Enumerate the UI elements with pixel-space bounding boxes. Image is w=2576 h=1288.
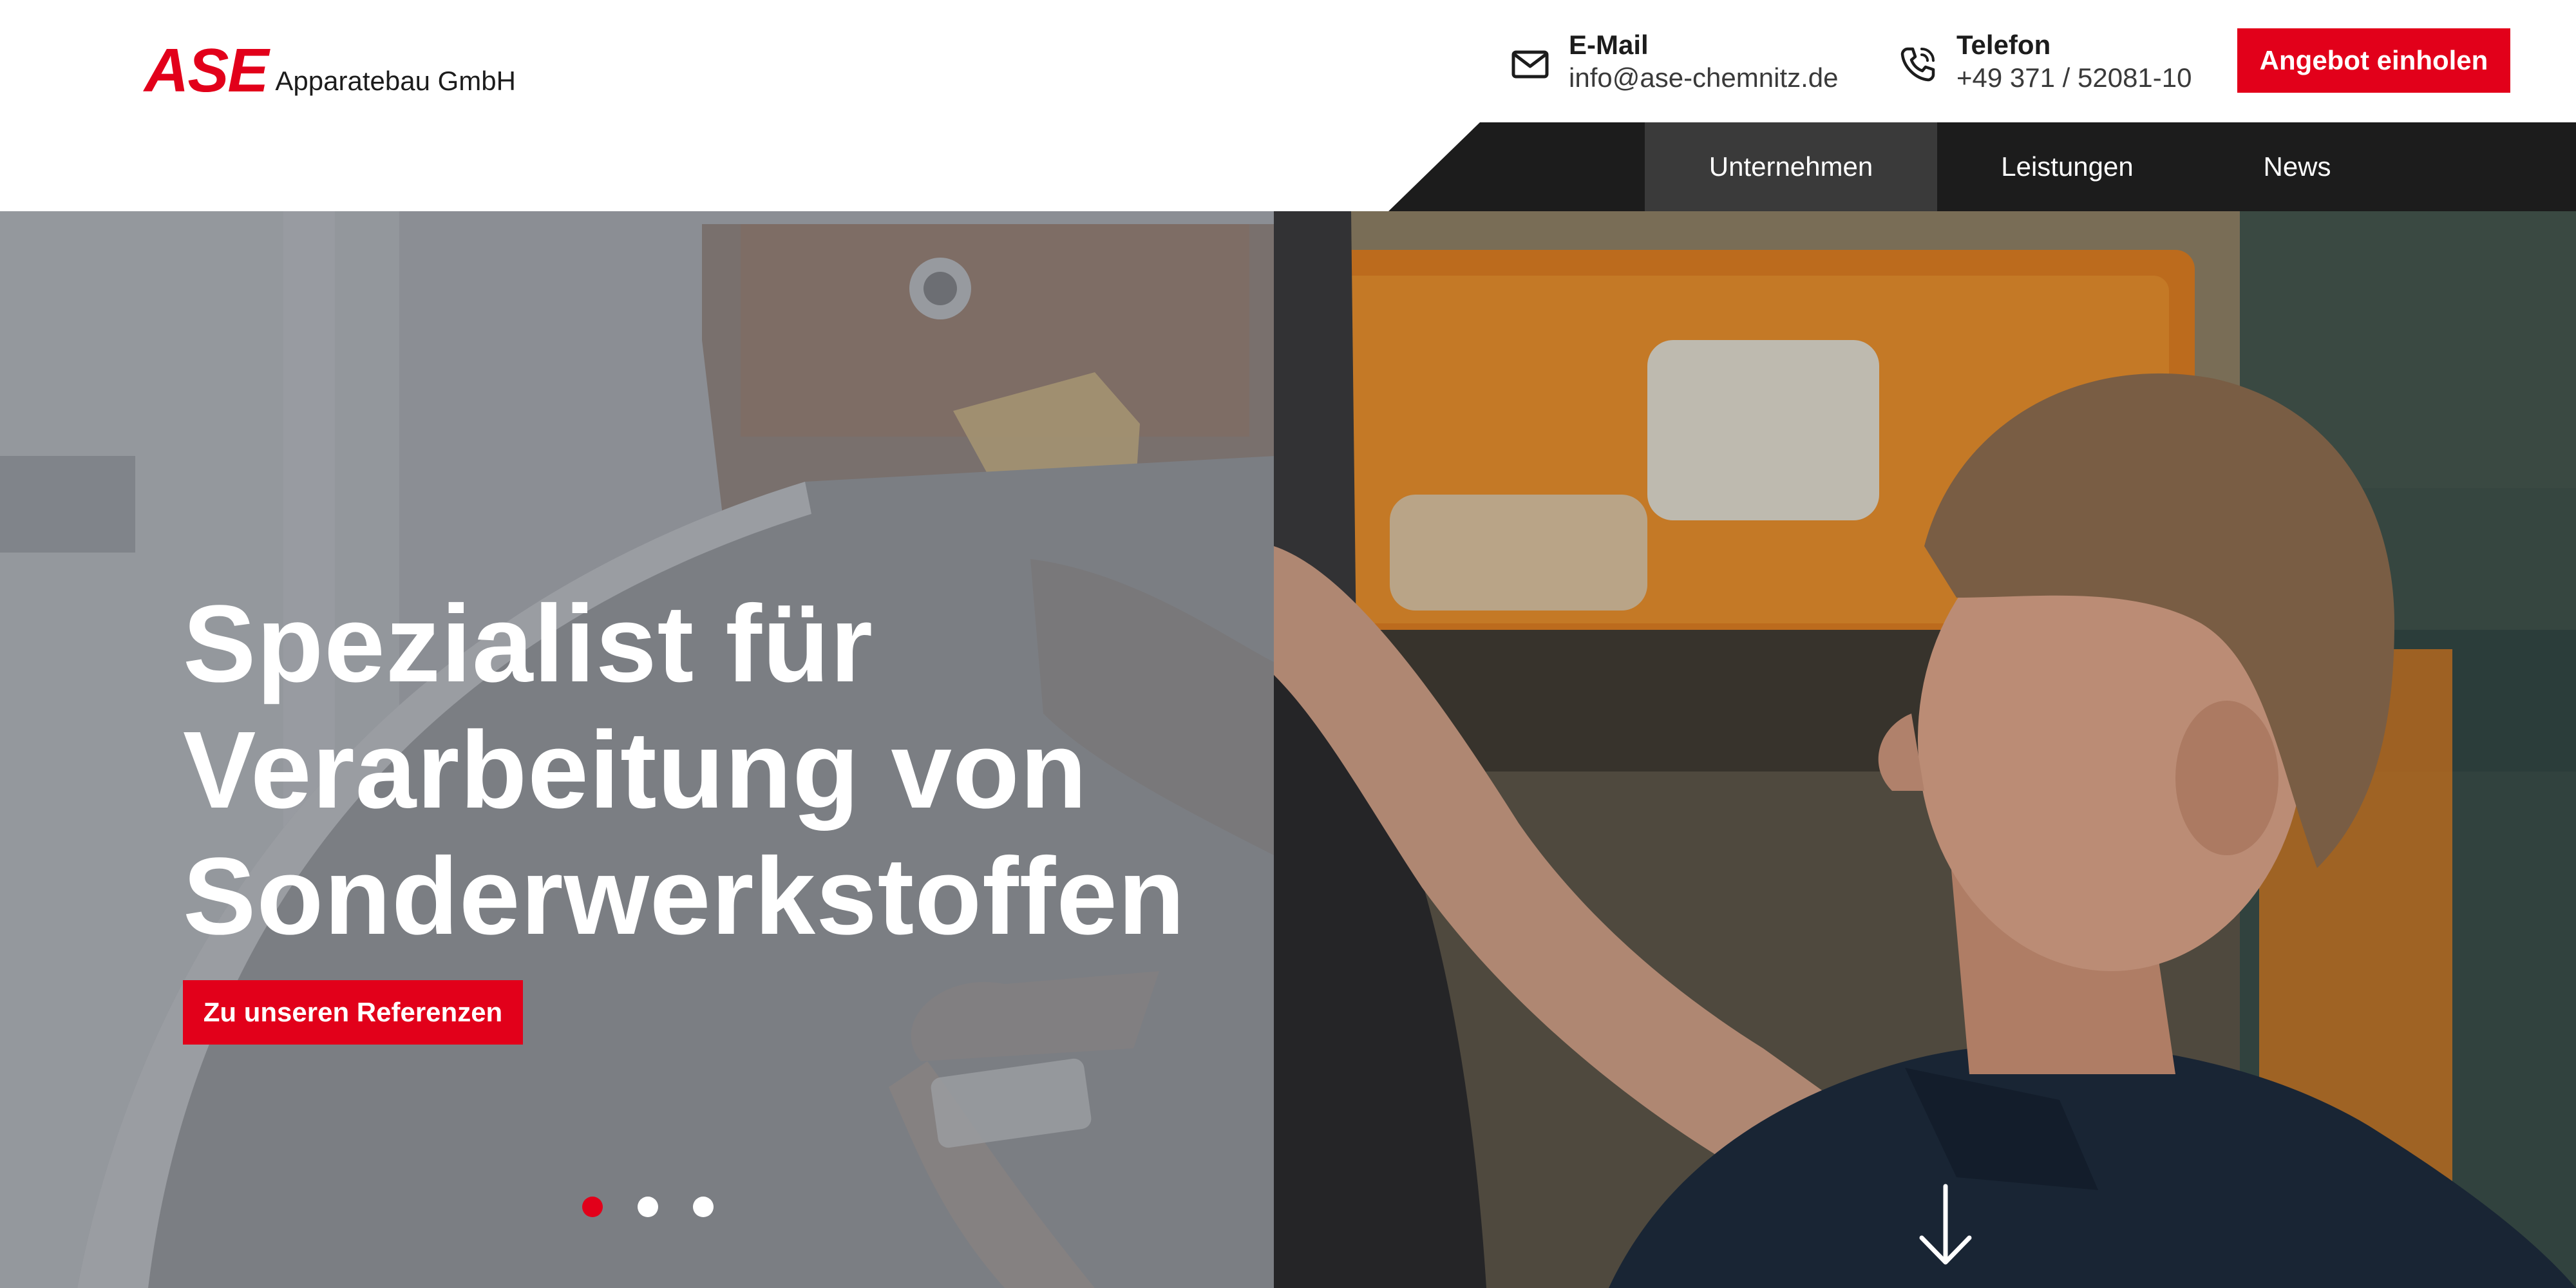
phone-label: Telefon <box>1956 30 2051 60</box>
slider-dot-2[interactable] <box>638 1197 658 1217</box>
request-quote-button[interactable]: Angebot einholen <box>2237 28 2510 93</box>
phone-icon <box>1892 39 1944 90</box>
arrow-down-icon[interactable] <box>1918 1184 1973 1267</box>
contact-phone[interactable]: Telefon +49 371 / 52081-10 <box>1892 28 2192 94</box>
mail-icon <box>1504 39 1556 90</box>
logo-mark: ASE <box>144 36 269 105</box>
nav-item-news[interactable]: News <box>2197 122 2397 211</box>
email-address[interactable]: info@ase-chemnitz.de <box>1569 62 1839 94</box>
hero-headline: Spezialist für Verarbeitung von Sonderwe… <box>183 581 1278 960</box>
email-label: E-Mail <box>1569 30 1649 60</box>
hero-slider: Spezialist für Verarbeitung von Sonderwe… <box>0 211 2576 1288</box>
nav-item-leistungen[interactable]: Leistungen <box>1937 122 2197 211</box>
phone-number[interactable]: +49 371 / 52081-10 <box>1956 62 2192 94</box>
hero-headline-line-3: Sonderwerkstoffen <box>183 835 1186 958</box>
hero-image-right <box>1274 211 2576 1288</box>
main-navigation-bar: Unternehmen Leistungen News <box>0 122 2576 211</box>
contact-email[interactable]: E-Mail info@ase-chemnitz.de <box>1504 28 1839 94</box>
main-nav: Unternehmen Leistungen News <box>1645 122 2397 211</box>
hero-headline-line-2: Verarbeitung von <box>183 708 1088 831</box>
slider-dot-1[interactable] <box>582 1197 603 1217</box>
slider-dot-3[interactable] <box>693 1197 714 1217</box>
slider-pagination <box>582 1197 748 1217</box>
hero-headline-line-1: Spezialist für <box>183 582 874 705</box>
logo-company-name: Apparatebau GmbH <box>275 66 516 96</box>
references-button[interactable]: Zu unseren Referenzen <box>183 980 523 1045</box>
nav-item-unternehmen[interactable]: Unternehmen <box>1645 122 1937 211</box>
company-logo[interactable]: ASE Apparatebau GmbH <box>144 24 516 102</box>
